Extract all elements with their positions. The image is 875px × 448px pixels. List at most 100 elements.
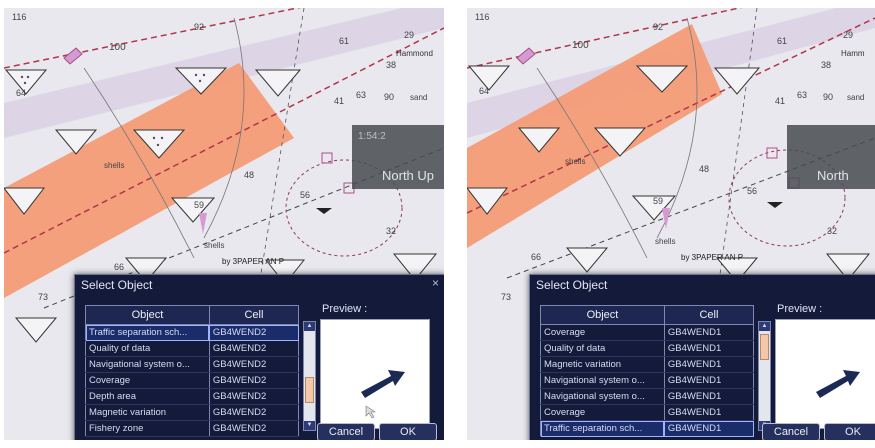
cancel-button[interactable]: Cancel (317, 423, 375, 440)
chart-label-depth: 100 (109, 42, 126, 53)
object-name: Quality of data (540, 340, 665, 357)
object-name: Navigational system o... (85, 356, 210, 373)
cell-name: GB4WEND1 (663, 388, 754, 405)
preview-pane (320, 319, 430, 429)
object-name: Traffic separation sch... (540, 420, 665, 437)
object-table-body: Coverage GB4WEND1 Quality of data GB4WEN… (540, 324, 754, 437)
column-header-cell: Cell (208, 305, 300, 325)
overlay-time: 1:54:2 (358, 131, 386, 142)
table-row[interactable]: Traffic separation sch... GB4WEND2 (85, 324, 299, 341)
chart-label-depth: 116 (475, 12, 489, 22)
table-row[interactable]: Navigational system o... GB4WEND1 (540, 388, 754, 405)
object-table-body: Traffic separation sch... GB4WEND2 Quali… (85, 324, 299, 437)
chart-label-seabed: shells (204, 241, 224, 250)
column-header-object: Object (85, 305, 210, 325)
preview-pane (775, 319, 875, 429)
cell-name: GB4WEND1 (663, 420, 754, 437)
scroll-up-icon[interactable]: ▲ (759, 322, 770, 331)
cell-name: GB4WEND2 (208, 420, 299, 437)
object-list-scrollbar[interactable]: ▲ ▼ (303, 321, 316, 431)
ok-button[interactable]: OK (824, 423, 875, 440)
chart-label-place: Hammond (396, 49, 433, 58)
table-row[interactable]: Magnetic variation GB4WEND2 (85, 404, 299, 421)
chart-photo-left: 116 100 92 61 29 Hammond 64 63 38 90 san… (4, 8, 444, 440)
chart-label-depth: 66 (531, 252, 541, 262)
chart-label-depth: 64 (479, 86, 489, 96)
chart-label-depth: 29 (404, 30, 414, 40)
table-row[interactable]: Coverage GB4WEND1 (540, 404, 754, 421)
table-row[interactable]: Quality of data GB4WEND1 (540, 340, 754, 357)
orientation-label: North Up (382, 168, 435, 183)
chart-label-depth: 48 (699, 164, 709, 174)
dialog-title: Select Object (81, 278, 153, 292)
table-row[interactable]: Coverage GB4WEND2 (85, 372, 299, 389)
cell-name: GB4WEND2 (208, 324, 299, 341)
cell-name: GB4WEND1 (663, 324, 754, 341)
object-name: Magnetic variation (85, 404, 210, 421)
table-row[interactable]: Navigational system o... GB4WEND1 (540, 372, 754, 389)
chart-label-depth: 41 (775, 96, 785, 106)
chart-label-depth: 64 (16, 88, 26, 98)
cell-name: GB4WEND2 (208, 372, 299, 389)
chart-label-depth: 48 (244, 170, 254, 180)
chart-label-note: by 3PAPER AN P (222, 257, 284, 266)
scroll-down-icon[interactable]: ▼ (304, 421, 315, 430)
chart-label-depth: 63 (356, 90, 366, 100)
dialog-title: Select Object (536, 278, 608, 292)
close-icon[interactable]: × (432, 276, 439, 290)
object-name: Traffic separation sch... (85, 324, 210, 341)
status-overlay: North (787, 125, 875, 189)
chart-label-depth: 116 (12, 12, 26, 22)
chart-label-depth: 41 (334, 96, 344, 106)
object-name: Coverage (540, 404, 665, 421)
cancel-button[interactable]: Cancel (762, 423, 820, 440)
scroll-thumb[interactable] (760, 334, 769, 361)
table-row[interactable]: Magnetic variation GB4WEND1 (540, 356, 754, 373)
chart-label-depth: 100 (572, 40, 589, 51)
chart-label-depth: 56 (300, 190, 310, 200)
table-row[interactable]: Coverage GB4WEND1 (540, 324, 754, 341)
chart-label-seabed: shells (655, 237, 675, 246)
chart-label-depth: 29 (843, 30, 853, 40)
chart-label-depth: 61 (339, 36, 349, 46)
chart-label-depth: 59 (194, 200, 204, 210)
chart-label-seabed: shells (104, 161, 124, 170)
select-object-dialog: Select Object Object Cell Coverage GB4WE… (529, 274, 875, 440)
object-list-scrollbar[interactable]: ▲ ▼ (758, 321, 771, 431)
table-row[interactable]: Traffic separation sch... GB4WEND1 (540, 420, 754, 437)
chart-label-depth: 38 (821, 60, 831, 70)
table-row[interactable]: Quality of data GB4WEND2 (85, 340, 299, 357)
orientation-label: North (817, 168, 849, 183)
chart-label-depth: 90 (823, 92, 833, 102)
object-name: Coverage (85, 372, 210, 389)
chart-label-depth: 59 (653, 196, 663, 206)
preview-label: Preview : (322, 303, 368, 315)
chart-label-depth: 38 (386, 60, 396, 70)
object-name: Quality of data (85, 340, 210, 357)
table-row[interactable]: Navigational system o... GB4WEND2 (85, 356, 299, 373)
table-row[interactable]: Fishery zone GB4WEND2 (85, 420, 299, 437)
cell-name: GB4WEND1 (663, 372, 754, 389)
object-table: Object Cell Traffic separation sch... GB… (85, 305, 300, 437)
column-header-object: Object (540, 305, 665, 325)
object-name: Fishery zone (85, 420, 210, 437)
chart-label-depth: 32 (386, 226, 396, 236)
table-row[interactable]: Depth area GB4WEND2 (85, 388, 299, 405)
chart-label-depth: 63 (797, 90, 807, 100)
object-name: Depth area (85, 388, 210, 405)
object-name: Navigational system o... (540, 388, 665, 405)
preview-label: Preview : (777, 303, 823, 315)
scroll-thumb[interactable] (305, 377, 314, 404)
cell-name: GB4WEND1 (663, 356, 754, 373)
object-name: Magnetic variation (540, 356, 665, 373)
mouse-pointer-icon (365, 405, 376, 419)
chart-label-place: Hamm (841, 49, 865, 58)
chart-label-depth: 92 (653, 22, 663, 32)
chart-label-depth: 66 (114, 262, 124, 272)
select-object-dialog: Select Object × Object Cell Traffic sepa… (74, 274, 444, 440)
scroll-up-icon[interactable]: ▲ (304, 322, 315, 331)
cell-name: GB4WEND2 (208, 404, 299, 421)
ok-button[interactable]: OK (379, 423, 437, 440)
cell-name: GB4WEND1 (663, 340, 754, 357)
chart-label-depth: 92 (194, 22, 204, 32)
